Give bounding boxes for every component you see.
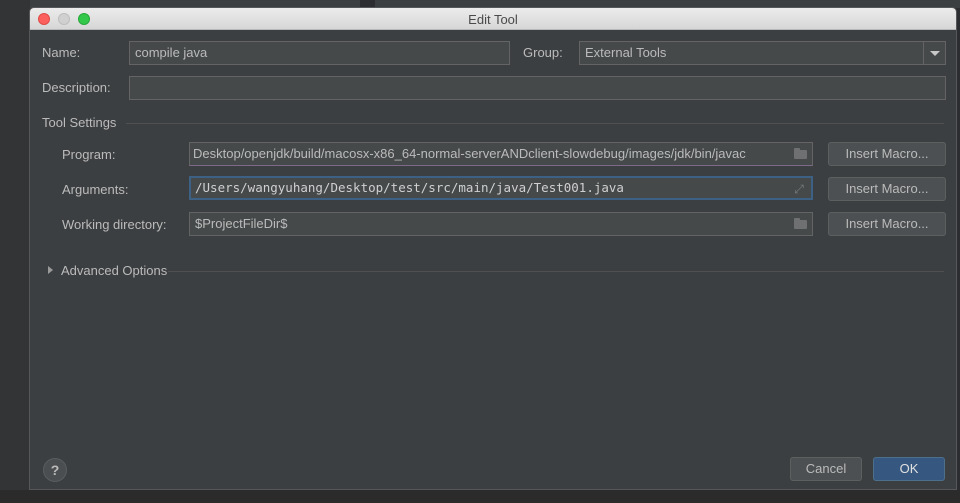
description-input[interactable] xyxy=(129,76,946,100)
window-title: Edit Tool xyxy=(468,12,518,27)
program-insert-macro-button[interactable]: Insert Macro... xyxy=(828,142,946,166)
advanced-options-separator xyxy=(168,271,944,272)
arguments-insert-macro-button[interactable]: Insert Macro... xyxy=(828,177,946,201)
name-input[interactable]: compile java xyxy=(129,41,510,65)
expand-triangle-icon[interactable] xyxy=(48,266,53,274)
folder-icon[interactable] xyxy=(794,148,807,159)
arguments-value: /Users/wangyuhang/Desktop/test/src/main/… xyxy=(195,180,624,195)
chevron-down-icon[interactable] xyxy=(923,42,945,64)
expand-icon[interactable]: ⤢ xyxy=(792,182,806,196)
name-label: Name: xyxy=(42,45,81,60)
tool-settings-separator xyxy=(126,123,944,124)
background-ide-bottom xyxy=(0,490,960,503)
help-button[interactable]: ? xyxy=(43,458,67,482)
arguments-input[interactable]: /Users/wangyuhang/Desktop/test/src/main/… xyxy=(189,176,813,200)
ok-button[interactable]: OK xyxy=(873,457,945,481)
background-ide-panel xyxy=(0,0,30,503)
edit-tool-dialog: Edit Tool Name: compile java Group: Exte… xyxy=(29,7,957,490)
title-bar[interactable]: Edit Tool xyxy=(30,8,956,30)
program-label: Program: xyxy=(62,147,116,162)
working-directory-label: Working directory: xyxy=(62,217,167,232)
advanced-options-toggle[interactable]: Advanced Options xyxy=(61,263,167,278)
group-label: Group: xyxy=(523,45,563,60)
arguments-label: Arguments: xyxy=(62,182,129,197)
description-label: Description: xyxy=(42,80,111,95)
group-select-value: External Tools xyxy=(585,45,667,60)
cancel-button[interactable]: Cancel xyxy=(790,457,862,481)
working-directory-input[interactable]: $ProjectFileDir$ xyxy=(189,212,813,236)
folder-icon[interactable] xyxy=(794,218,807,229)
working-directory-insert-macro-button[interactable]: Insert Macro... xyxy=(828,212,946,236)
group-select[interactable]: External Tools xyxy=(579,41,946,65)
program-input[interactable]: Desktop/openjdk/build/macosx-x86_64-norm… xyxy=(189,142,813,166)
program-value: Desktop/openjdk/build/macosx-x86_64-norm… xyxy=(193,146,746,161)
working-directory-value: $ProjectFileDir$ xyxy=(195,216,288,231)
tool-settings-title: Tool Settings xyxy=(42,115,117,130)
